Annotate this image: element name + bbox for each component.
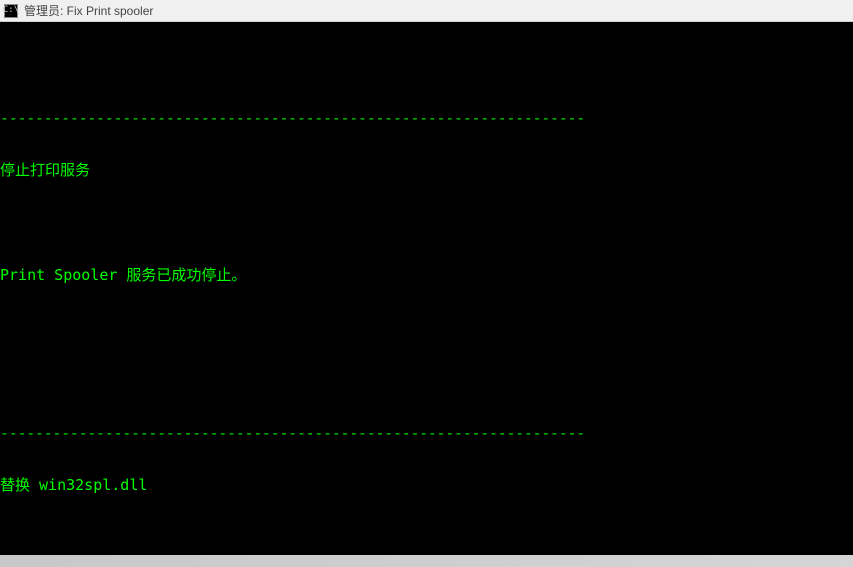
console-window: C:\ 管理员: Fix Print spooler -------------…: [0, 0, 853, 555]
output-line: 替换 win32spl.dll: [0, 477, 853, 495]
output-line: Print Spooler 服务已成功停止。: [0, 267, 853, 285]
console-icon: C:\: [4, 4, 18, 18]
console-output[interactable]: ----------------------------------------…: [0, 22, 853, 555]
window-title: 管理员: Fix Print spooler: [24, 2, 153, 19]
titlebar[interactable]: C:\ 管理员: Fix Print spooler: [0, 0, 853, 22]
desktop-background-sliver: [0, 555, 853, 567]
separator: ----------------------------------------…: [0, 425, 853, 443]
output-line: 停止打印服务: [0, 162, 853, 180]
separator: ----------------------------------------…: [0, 110, 853, 128]
